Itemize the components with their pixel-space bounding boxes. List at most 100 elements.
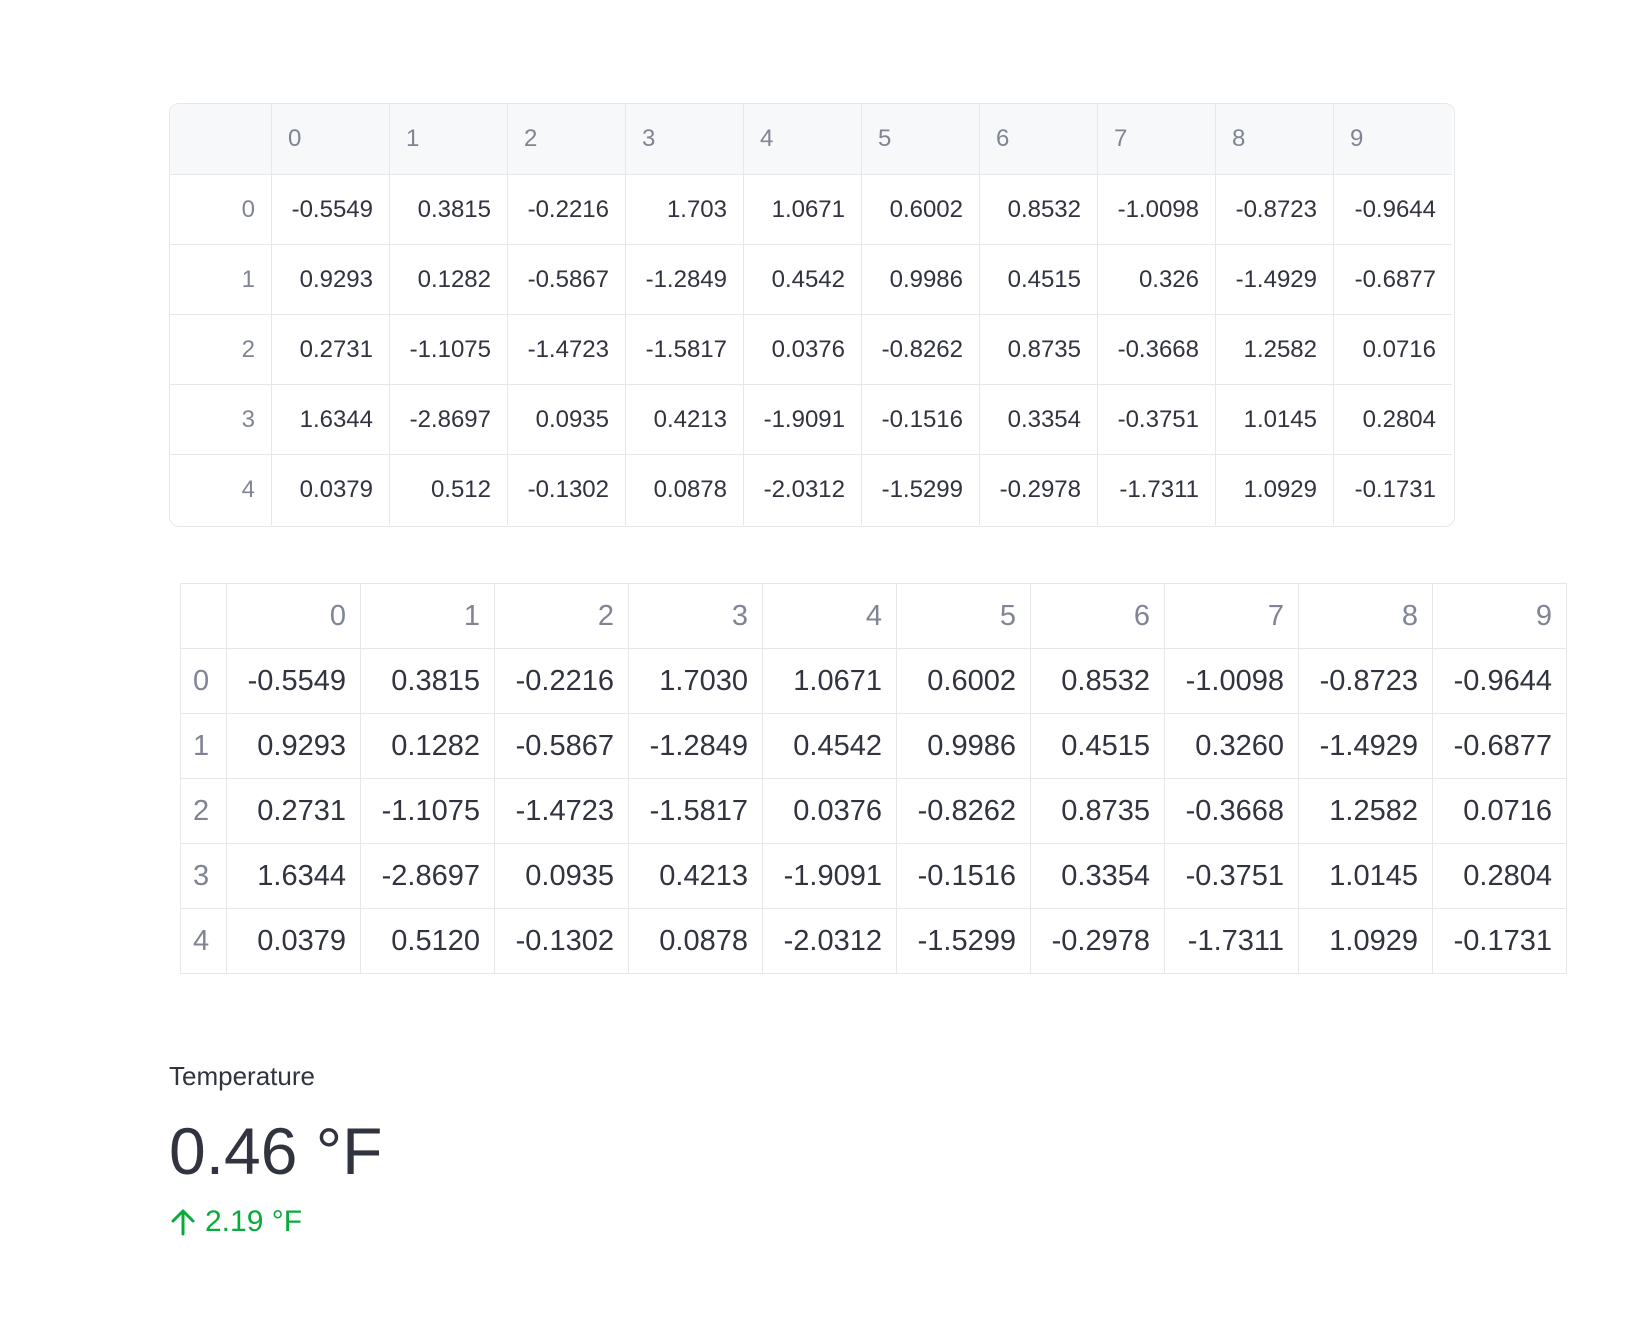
dataframe-cell[interactable]: 0.0379 bbox=[272, 455, 390, 525]
table-column-header: 3 bbox=[628, 583, 763, 649]
table-cell: 0.9293 bbox=[226, 713, 361, 779]
dataframe-cell[interactable]: 0.4542 bbox=[744, 245, 862, 315]
table-header-row: 0123456789 bbox=[180, 583, 1567, 649]
table-cell: 0.2804 bbox=[1432, 843, 1567, 909]
table-column-header: 4 bbox=[762, 583, 897, 649]
dataframe-cell[interactable]: -0.1731 bbox=[1334, 455, 1452, 525]
dataframe-column-header[interactable]: 0 bbox=[272, 104, 390, 175]
dataframe-cell[interactable]: 1.2582 bbox=[1216, 315, 1334, 385]
dataframe-cell[interactable]: 0.4515 bbox=[980, 245, 1098, 315]
table-row-index: 3 bbox=[180, 843, 227, 909]
dataframe-column-header[interactable]: 2 bbox=[508, 104, 626, 175]
dataframe-cell[interactable]: 0.1282 bbox=[390, 245, 508, 315]
table-column-header: 0 bbox=[226, 583, 361, 649]
dataframe-cell[interactable]: 0.3354 bbox=[980, 385, 1098, 455]
dataframe-corner-cell bbox=[170, 104, 272, 175]
dataframe-cell[interactable]: -0.2216 bbox=[508, 175, 626, 245]
table-row-index: 0 bbox=[180, 648, 227, 714]
dataframe-cell[interactable]: -0.8723 bbox=[1216, 175, 1334, 245]
table-cell: -0.5549 bbox=[226, 648, 361, 714]
dataframe[interactable]: 0 1 2 3 4 5 6 7 8 9 0 -0.5549 0.3815 -0.2216 1.703 1.06… bbox=[169, 103, 1455, 527]
dataframe-cell[interactable]: -0.3668 bbox=[1098, 315, 1216, 385]
dataframe-cell[interactable]: 1.0929 bbox=[1216, 455, 1334, 525]
dataframe-column-header[interactable]: 7 bbox=[1098, 104, 1216, 175]
dataframe-column-header[interactable]: 1 bbox=[390, 104, 508, 175]
table-cell: 0.4213 bbox=[628, 843, 763, 909]
table-cell: -0.6877 bbox=[1432, 713, 1567, 779]
dataframe-cell[interactable]: 0.2731 bbox=[272, 315, 390, 385]
dataframe-cell[interactable]: -0.2978 bbox=[980, 455, 1098, 525]
table-cell: 0.4515 bbox=[1030, 713, 1165, 779]
dataframe-cell[interactable]: -0.1516 bbox=[862, 385, 980, 455]
dataframe-cell[interactable]: 0.8735 bbox=[980, 315, 1098, 385]
dataframe-cell[interactable]: -2.0312 bbox=[744, 455, 862, 525]
table-cell: -1.7311 bbox=[1164, 908, 1299, 974]
table-column-header: 5 bbox=[896, 583, 1031, 649]
table-cell: -1.5817 bbox=[628, 778, 763, 844]
dataframe-cell[interactable]: 0.8532 bbox=[980, 175, 1098, 245]
dataframe-cell[interactable]: -0.9644 bbox=[1334, 175, 1452, 245]
dataframe-cell[interactable]: 1.6344 bbox=[272, 385, 390, 455]
dataframe-cell[interactable]: -1.7311 bbox=[1098, 455, 1216, 525]
dataframe-cell[interactable]: 0.326 bbox=[1098, 245, 1216, 315]
table-row: 4 0.0379 0.5120 -0.1302 0.0878 -2.0312 -1.5299… bbox=[180, 908, 1567, 974]
dataframe-column-header[interactable]: 3 bbox=[626, 104, 744, 175]
dataframe-column-header[interactable]: 5 bbox=[862, 104, 980, 175]
table-row: 1 0.9293 0.1282 -0.5867 -1.2849 0.4542 0.9986 0… bbox=[180, 713, 1567, 779]
dataframe-cell[interactable]: -0.6877 bbox=[1334, 245, 1452, 315]
dataframe-row-index: 2 bbox=[170, 315, 272, 385]
dataframe-cell[interactable]: 0.3815 bbox=[390, 175, 508, 245]
table-corner-cell bbox=[180, 583, 227, 649]
temperature-metric: Temperature 0.46 °F 2.19 °F bbox=[169, 1058, 383, 1240]
dataframe-cell[interactable]: -2.8697 bbox=[390, 385, 508, 455]
dataframe-cell[interactable]: 1.0145 bbox=[1216, 385, 1334, 455]
table-column-header: 9 bbox=[1432, 583, 1567, 649]
table-cell: -0.2216 bbox=[494, 648, 629, 714]
dataframe-cell[interactable]: 0.0716 bbox=[1334, 315, 1452, 385]
dataframe-cell[interactable]: -0.1302 bbox=[508, 455, 626, 525]
dataframe-column-header[interactable]: 4 bbox=[744, 104, 862, 175]
dataframe-cell[interactable]: 1.0671 bbox=[744, 175, 862, 245]
dataframe-cell[interactable]: 0.9986 bbox=[862, 245, 980, 315]
dataframe-column-header[interactable]: 6 bbox=[980, 104, 1098, 175]
dataframe-cell[interactable]: -0.3751 bbox=[1098, 385, 1216, 455]
dataframe-cell[interactable]: 0.4213 bbox=[626, 385, 744, 455]
dataframe-cell[interactable]: -1.1075 bbox=[390, 315, 508, 385]
dataframe-column-header[interactable]: 9 bbox=[1334, 104, 1452, 175]
dataframe-cell[interactable]: 0.6002 bbox=[862, 175, 980, 245]
dataframe-cell[interactable]: -1.9091 bbox=[744, 385, 862, 455]
dataframe-cell[interactable]: -1.5817 bbox=[626, 315, 744, 385]
table-column-header: 6 bbox=[1030, 583, 1165, 649]
arrow-up-icon bbox=[169, 1207, 197, 1237]
dataframe-cell[interactable]: 1.703 bbox=[626, 175, 744, 245]
table-row-index: 1 bbox=[180, 713, 227, 779]
dataframe-column-header[interactable]: 8 bbox=[1216, 104, 1334, 175]
table-column-header: 2 bbox=[494, 583, 629, 649]
table-row-index: 4 bbox=[180, 908, 227, 974]
dataframe-cell[interactable]: -0.5549 bbox=[272, 175, 390, 245]
dataframe-cell[interactable]: 0.9293 bbox=[272, 245, 390, 315]
dataframe-cell[interactable]: -1.5299 bbox=[862, 455, 980, 525]
dataframe-row-index: 0 bbox=[170, 175, 272, 245]
dataframe-cell[interactable]: -0.5867 bbox=[508, 245, 626, 315]
dataframe-cell[interactable]: -1.4929 bbox=[1216, 245, 1334, 315]
table-cell: -1.4929 bbox=[1298, 713, 1433, 779]
table-cell: -0.5867 bbox=[494, 713, 629, 779]
dataframe-cell[interactable]: 0.512 bbox=[390, 455, 508, 525]
dataframe-cell[interactable]: 0.0376 bbox=[744, 315, 862, 385]
table-cell: 1.7030 bbox=[628, 648, 763, 714]
dataframe-cell[interactable]: -1.2849 bbox=[626, 245, 744, 315]
static-table: 0123456789 0 -0.5549 0.3815 -0.2216 1.7030 1.… bbox=[180, 583, 1567, 974]
table-cell: -0.8262 bbox=[896, 778, 1031, 844]
dataframe-cell[interactable]: 0.2804 bbox=[1334, 385, 1452, 455]
table-cell: -1.2849 bbox=[628, 713, 763, 779]
table-cell: 0.0376 bbox=[762, 778, 897, 844]
dataframe-cell[interactable]: -1.0098 bbox=[1098, 175, 1216, 245]
table-cell: 0.4542 bbox=[762, 713, 897, 779]
dataframe-cell[interactable]: -0.8262 bbox=[862, 315, 980, 385]
dataframe-cell[interactable]: 0.0878 bbox=[626, 455, 744, 525]
table-cell: 0.8735 bbox=[1030, 778, 1165, 844]
table-cell: 1.0929 bbox=[1298, 908, 1433, 974]
dataframe-cell[interactable]: -1.4723 bbox=[508, 315, 626, 385]
dataframe-cell[interactable]: 0.0935 bbox=[508, 385, 626, 455]
